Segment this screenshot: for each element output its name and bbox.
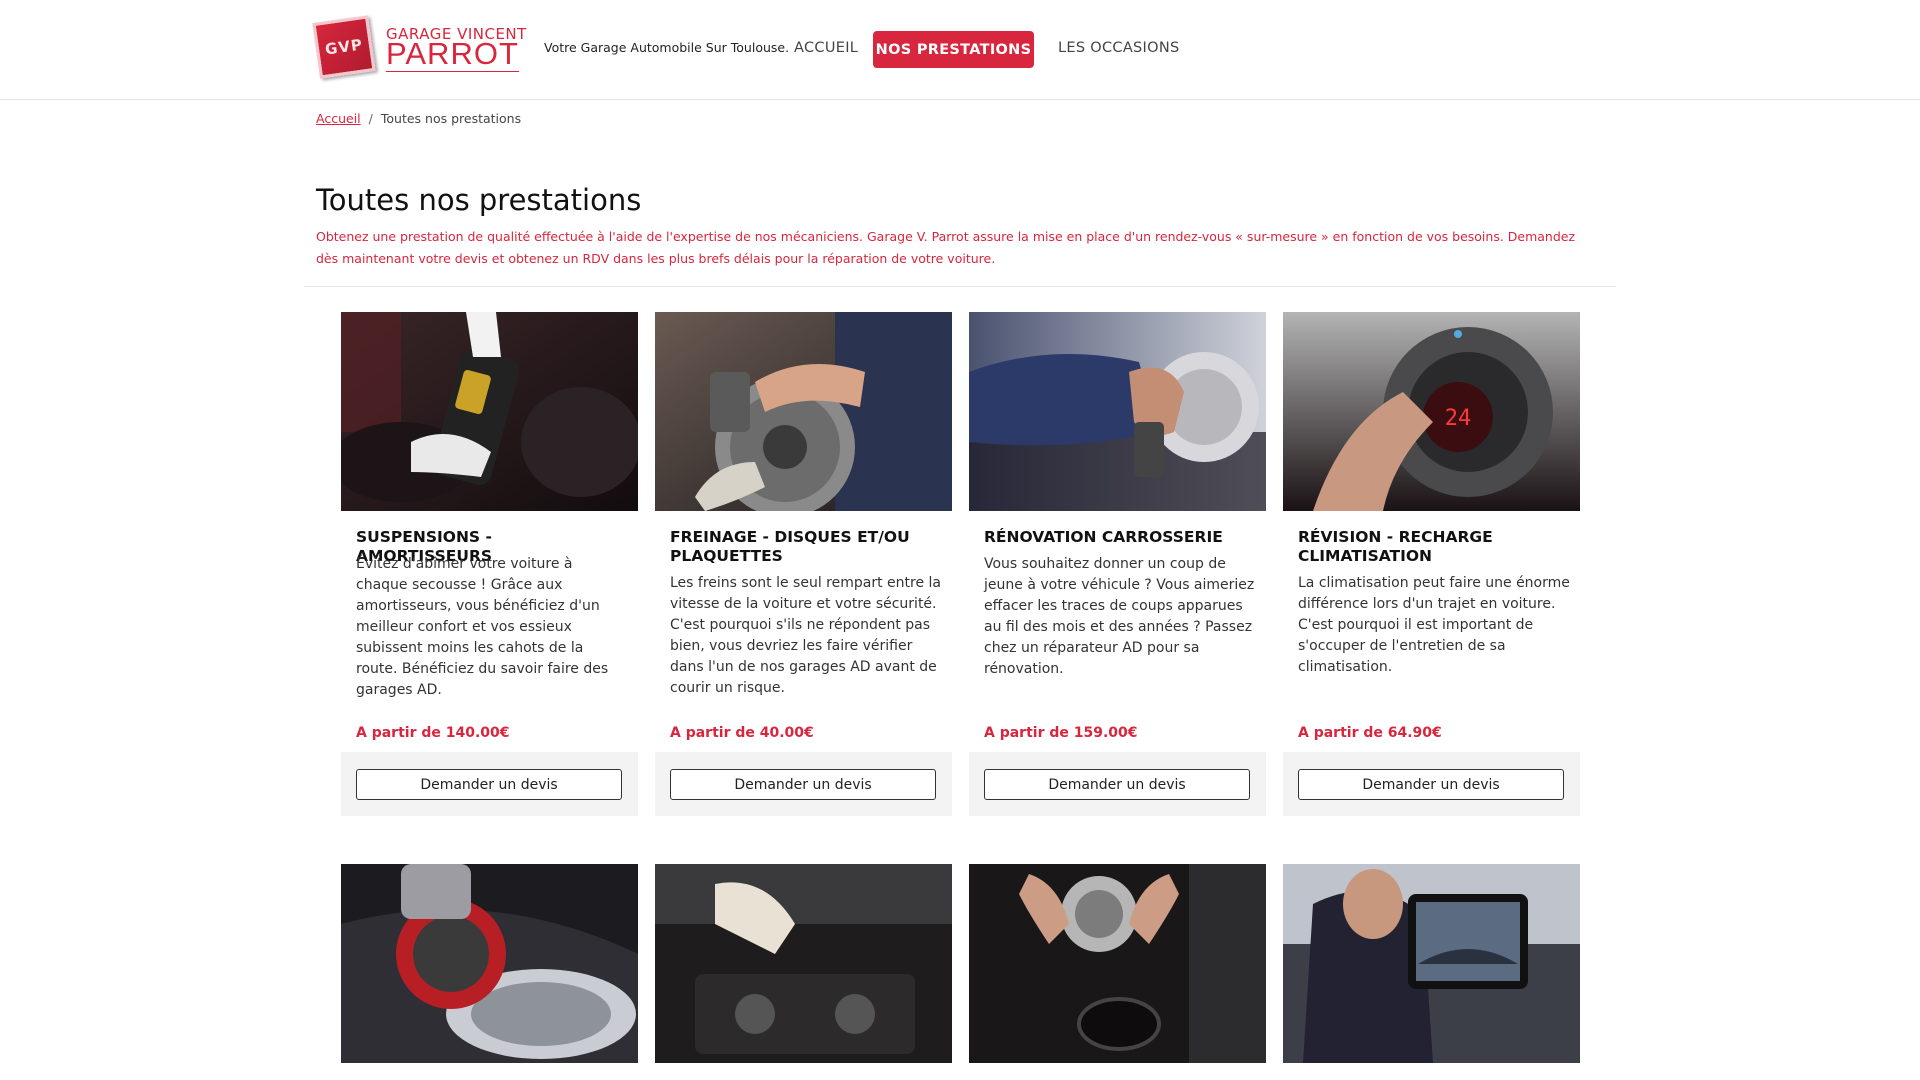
logo-mark: GVP [312,15,376,79]
nav-prestations[interactable]: NOS PRESTATIONS [873,31,1034,68]
breadcrumb-current: Toutes nos prestations [380,111,522,126]
service-card-footer: Demander un devis [969,752,1266,816]
service-card-carrosserie: RÉNOVATION CARROSSERIE Vous souhaitez do… [969,312,1266,816]
breadcrumb-separator: / [368,111,373,126]
service-description: Vous souhaitez donner un coup de jeune à… [984,556,1255,677]
logo-title: PARROT [386,36,519,72]
service-price: A partir de 64.90€ [1298,725,1442,741]
suspension-image [341,312,638,511]
radiator-cap-image [969,864,1266,1063]
site-tagline: Votre Garage Automobile Sur Toulouse. [544,40,790,55]
service-card-suspensions: SUSPENSIONS - AMORTISSEURS Évitez d'abîm… [341,312,638,816]
service-card-freinage: FREINAGE - DISQUES ET/OU PLAQUETTES Les … [655,312,952,816]
service-title: FREINAGE - DISQUES ET/OU PLAQUETTES [670,528,910,565]
service-price: A partir de 159.00€ [984,725,1138,741]
page-title: Toutes nos prestations [316,183,642,217]
service-description: Les freins sont le seul rempart entre la… [670,575,941,696]
brake-disc-image [655,312,952,511]
service-card-footer: Demander un devis [1283,752,1580,816]
headlight-polish-image [341,864,638,1063]
request-quote-button[interactable]: Demander un devis [984,769,1250,800]
service-price: A partir de 140.00€ [356,725,510,741]
service-description: La climatisation peut faire une énorme d… [1298,575,1570,675]
service-card-climatisation: 24 RÉVISION - RECHARGE CLIMATISATION La … [1283,312,1580,816]
nav-occasions[interactable]: LES OCCASIONS [1058,40,1179,56]
service-description: Évitez d'abîmer votre voiture à chaque s… [356,556,609,698]
bodywork-polish-image [969,312,1266,511]
diagnostic-tablet-image [1283,864,1580,1063]
nav-accueil[interactable]: ACCUEIL [794,40,858,56]
page-intro: Obtenez une prestation de qualité effect… [316,229,1576,266]
site-logo[interactable]: GVP GARAGE VINCENT PARROT [312,15,526,81]
site-header: GVP GARAGE VINCENT PARROT Votre Garage A… [0,0,1920,100]
service-price: A partir de 40.00€ [670,725,814,741]
service-card-footer: Demander un devis [655,752,952,816]
section-divider [304,286,1616,287]
engine-repair-image [655,864,952,1063]
climate-control-image: 24 [1283,312,1580,511]
service-title: RÉNOVATION CARROSSERIE [984,528,1223,546]
request-quote-button[interactable]: Demander un devis [670,769,936,800]
breadcrumb-home-link[interactable]: Accueil [316,111,361,126]
svg-text:24: 24 [1445,406,1472,431]
request-quote-button[interactable]: Demander un devis [1298,769,1564,800]
service-title: RÉVISION - RECHARGE CLIMATISATION [1298,528,1493,565]
service-card-footer: Demander un devis [341,752,638,816]
request-quote-button[interactable]: Demander un devis [356,769,622,800]
breadcrumb: Accueil / Toutes nos prestations [316,111,521,126]
